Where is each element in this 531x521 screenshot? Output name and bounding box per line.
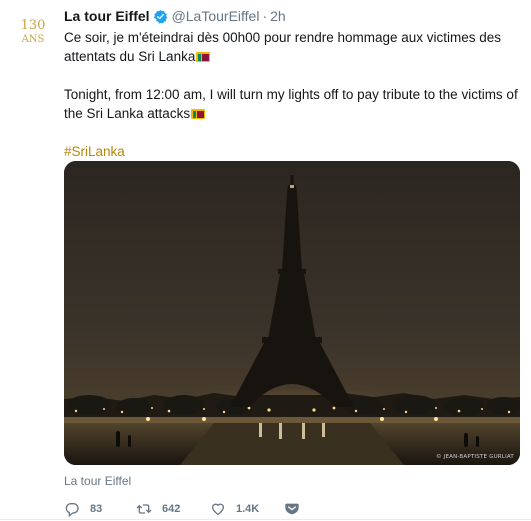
tweet-text-french: Ce soir, je m'éteindrai dès 00h00 pour r…	[64, 28, 522, 66]
sri-lanka-flag-icon	[196, 52, 211, 62]
avatar-logo-number: 130	[21, 18, 46, 33]
retweet-count: 642	[162, 503, 181, 515]
like-count: 1.4K	[236, 503, 260, 515]
retweet-icon	[136, 504, 152, 514]
tweet-text-english-body: Tonight, from 12:00 am, I will turn my l…	[64, 87, 518, 121]
photo-credit: © JEAN-BAPTISTE GURLIAT	[435, 454, 514, 460]
header-separator: ·	[262, 8, 268, 24]
sri-lanka-flag-icon	[191, 109, 206, 119]
display-name[interactable]: La tour Eiffel	[64, 6, 150, 26]
tweet-content: La tour Eiffel @LaTourEiffel · 2h Ce soi…	[64, 6, 522, 517]
direct-message-button[interactable]	[284, 501, 310, 517]
tweet-text-english: Tonight, from 12:00 am, I will turn my l…	[64, 85, 522, 123]
user-handle[interactable]: @LaTourEiffel	[172, 6, 260, 26]
hashtag-link[interactable]: #SriLanka	[64, 142, 125, 161]
direct-message-icon	[285, 503, 299, 515]
avatar[interactable]: 130 ANS	[10, 8, 56, 54]
tweet-actions: 83 642 1.4K	[64, 501, 522, 521]
tweet-text-french-body: Ce soir, je m'éteindrai dès 00h00 pour r…	[64, 30, 502, 64]
verified-badge-icon	[153, 9, 167, 24]
tweet-card[interactable]: 130 ANS La tour Eiffel @LaTourEiffel · 2…	[0, 0, 531, 520]
heart-icon	[212, 503, 224, 515]
reply-button[interactable]: 83	[64, 501, 102, 517]
eiffel-tower-photo	[64, 161, 520, 465]
media-photo[interactable]: © JEAN-BAPTISTE GURLIAT	[64, 161, 520, 465]
tweet-header: La tour Eiffel @LaTourEiffel · 2h	[64, 6, 522, 26]
like-button[interactable]: 1.4K	[210, 501, 259, 517]
retweet-button[interactable]: 642	[136, 501, 180, 517]
avatar-logo-text: ANS	[21, 34, 45, 45]
tweet-text: Ce soir, je m'éteindrai dès 00h00 pour r…	[64, 28, 522, 123]
media-caption[interactable]: La tour Eiffel	[64, 474, 131, 488]
anniversary-logo-icon: 130 ANS	[21, 18, 46, 45]
timestamp[interactable]: 2h	[270, 6, 286, 26]
reply-icon	[65, 503, 79, 517]
reply-count: 83	[90, 503, 103, 515]
